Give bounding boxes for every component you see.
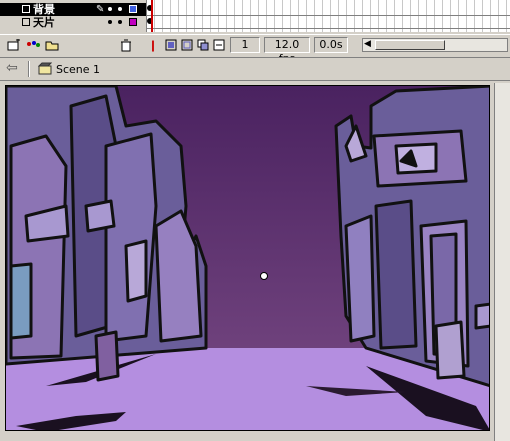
elapsed-time-field: 0.0s bbox=[314, 37, 348, 53]
layer-name: 背景 bbox=[33, 3, 55, 16]
layer-list: 背景 ✎ 天片 bbox=[0, 0, 146, 32]
layer-icon bbox=[22, 5, 30, 13]
current-frame-field: 1 bbox=[230, 37, 260, 53]
edit-multiple-frames-icon[interactable] bbox=[196, 37, 210, 53]
stage-canvas[interactable] bbox=[5, 85, 490, 431]
frame-row-divider bbox=[147, 28, 510, 29]
scrollbar-thumb[interactable] bbox=[375, 40, 445, 50]
trash-icon[interactable] bbox=[118, 37, 134, 53]
frame-row-divider bbox=[147, 15, 510, 16]
center-frame-icon[interactable]: ❙ bbox=[148, 37, 158, 53]
frame-grid[interactable] bbox=[146, 0, 510, 32]
timeline-panel: 背景 ✎ 天片 ❙ 1 12.0 0.0s ◀ bbox=[0, 0, 510, 65]
scene-clapper-icon bbox=[38, 62, 52, 75]
add-motion-guide-icon[interactable] bbox=[24, 37, 42, 53]
lock-dot-icon[interactable] bbox=[118, 20, 122, 24]
onion-outline-icon[interactable] bbox=[180, 37, 194, 53]
outline-color-box[interactable] bbox=[129, 18, 137, 26]
lock-dot-icon[interactable] bbox=[118, 7, 122, 11]
street-scene-artwork bbox=[6, 86, 489, 430]
edit-bar: ⇦ Scene 1 bbox=[0, 57, 510, 81]
modify-markers-icon[interactable] bbox=[212, 37, 226, 53]
onion-skin-icon[interactable] bbox=[164, 37, 178, 53]
visibility-dot-icon[interactable] bbox=[108, 7, 112, 11]
add-folder-icon[interactable] bbox=[44, 37, 60, 53]
scroll-left-icon[interactable]: ◀ bbox=[364, 39, 371, 49]
pencil-icon[interactable]: ✎ bbox=[96, 3, 104, 16]
layer-icon bbox=[22, 18, 30, 26]
divider bbox=[28, 61, 29, 77]
stage-area bbox=[0, 83, 510, 441]
layer-row-sky[interactable]: 天片 bbox=[0, 16, 146, 29]
timeline-scrollbar[interactable]: ◀ bbox=[362, 38, 508, 52]
back-arrow-icon[interactable]: ⇦ bbox=[6, 60, 18, 76]
add-layer-icon[interactable] bbox=[6, 37, 22, 53]
outline-color-box[interactable] bbox=[129, 5, 137, 13]
frame-rate-field[interactable]: 12.0 fps bbox=[264, 37, 310, 65]
timeline-controls: ❙ 1 12.0 fps 0.0s ◀ bbox=[0, 34, 510, 65]
scene-label[interactable]: Scene 1 bbox=[56, 63, 100, 76]
playhead[interactable] bbox=[151, 0, 153, 32]
layer-row-background[interactable]: 背景 ✎ bbox=[0, 3, 146, 16]
stage-vertical-scrollbar[interactable] bbox=[494, 83, 510, 441]
registration-point[interactable] bbox=[260, 272, 268, 280]
layer-name: 天片 bbox=[33, 16, 55, 29]
visibility-dot-icon[interactable] bbox=[108, 20, 112, 24]
flash-editor: 背景 ✎ 天片 ❙ 1 12.0 0.0s ◀ ⇦ Scene 1 bbox=[0, 0, 510, 441]
